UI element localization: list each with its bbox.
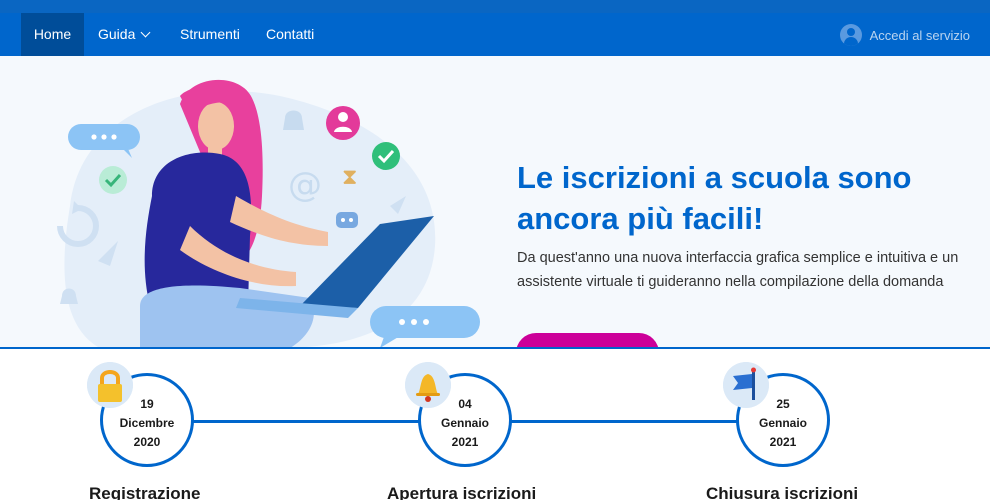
nav-strumenti[interactable]: Strumenti (180, 13, 240, 56)
nav-contatti[interactable]: Contatti (266, 13, 314, 56)
nav-strumenti-label: Strumenti (180, 26, 240, 42)
approfondisci-button[interactable]: Approfondisci (516, 333, 659, 348)
main-navbar: Home Guida Strumenti Contatti Accedi al … (0, 13, 990, 56)
step-label-apertura: Apertura iscrizioni (387, 484, 537, 500)
date-year: 2021 (769, 435, 797, 449)
chat-bot-icon (336, 212, 358, 228)
timeline-step-registrazione: 19 Dicembre 2020 (87, 362, 194, 467)
nav-home[interactable]: Home (21, 13, 84, 56)
step-label-chiusura: Chiusura iscrizioni (706, 484, 859, 500)
nav-home-label: Home (33, 26, 72, 42)
top-header-strip (0, 0, 990, 13)
check-icon (99, 166, 127, 194)
lock-icon (87, 362, 133, 408)
date-month: Gennaio (440, 416, 489, 430)
nav-guida[interactable]: Guida (98, 13, 151, 56)
hero-illustration: @ ⧗ (57, 79, 480, 348)
svg-text:⧗: ⧗ (342, 165, 357, 190)
hero-divider (0, 347, 990, 349)
login-button[interactable]: Accedi al servizio (839, 23, 970, 47)
flag-icon (723, 362, 769, 408)
check-icon (372, 142, 400, 170)
login-label: Accedi al servizio (869, 27, 970, 43)
nav-guida-label: Guida (98, 26, 136, 42)
bell-icon (405, 362, 451, 408)
hero-title: Le iscrizioni a scuola sono ancora più f… (517, 160, 912, 236)
date-month: Dicembre (119, 416, 175, 430)
nav-contatti-label: Contatti (266, 26, 315, 42)
user-icon (326, 106, 360, 140)
date-year: 2021 (451, 435, 479, 449)
speech-bubble-icon (370, 306, 480, 348)
timeline-step-chiusura: 25 Gennaio 2021 (723, 362, 830, 467)
step-label-registrazione: Registrazione (89, 484, 201, 500)
date-month: Gennaio (758, 416, 807, 430)
date-year: 2020 (133, 435, 161, 449)
user-avatar-icon (839, 24, 862, 46)
svg-text:@: @ (288, 165, 322, 205)
hero-section: @ ⧗ Le iscrizioni a scuola sono ancora p… (0, 56, 990, 348)
hero-description: Da quest'anno una nuova interfaccia graf… (517, 250, 959, 290)
timeline-step-apertura: 04 Gennaio 2021 (405, 362, 512, 467)
chevron-down-icon (140, 27, 151, 38)
